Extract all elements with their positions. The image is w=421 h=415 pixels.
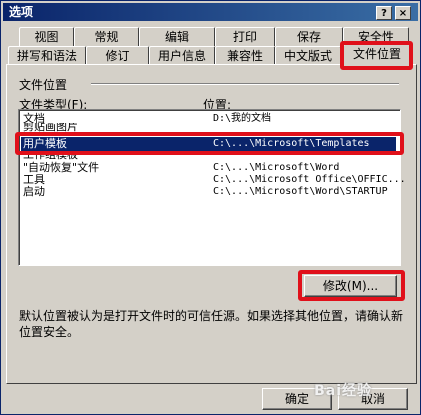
close-button[interactable]: × <box>395 6 411 20</box>
tab-edit[interactable]: 编辑 <box>139 27 215 46</box>
tab-track-changes[interactable]: 修订 <box>86 46 149 65</box>
modify-button[interactable]: 修改(M)... <box>304 275 397 297</box>
list-item[interactable]: 工作组模板 <box>21 151 396 161</box>
group-title: 文件位置 <box>19 78 68 92</box>
tab-user-info[interactable]: 用户信息 <box>149 46 215 65</box>
file-locations-list[interactable]: 文档 D:\我的文档 剪贴画图片 用户模板 C:\...\Microsoft\T… <box>18 109 406 266</box>
list-item[interactable]: 剪贴画图片 <box>21 123 396 133</box>
tab-asian-typography[interactable]: 中文版式 <box>275 46 341 65</box>
help-button[interactable]: ? <box>376 6 392 20</box>
tab-compatibility[interactable]: 兼容性 <box>215 46 275 65</box>
tab-view[interactable]: 视图 <box>19 27 74 46</box>
title-bar: 选项 ? × <box>3 3 418 21</box>
list-item-selected[interactable]: 用户模板 C:\...\Microsoft\Templates <box>21 137 396 151</box>
options-dialog: 选项 ? × 视图 常规 编辑 打印 保存 安全性 拼写和语法 修订 用户信息 … <box>0 0 421 415</box>
watermark: Bai经验 <box>314 383 372 399</box>
tab-save[interactable]: 保存 <box>275 27 343 46</box>
window-title: 选项 <box>9 5 34 19</box>
group-divider <box>91 83 399 85</box>
trust-hint-text: 默认位置被认为是打开文件时的可信任源。如果选择其他位置，请确认新位置安全。 <box>19 309 404 339</box>
tab-print[interactable]: 打印 <box>215 27 275 46</box>
tab-spelling-grammar[interactable]: 拼写和语法 <box>8 46 86 65</box>
tab-file-locations[interactable]: 文件位置 <box>343 44 411 65</box>
tab-general[interactable]: 常规 <box>74 27 139 46</box>
list-item[interactable]: 启动 C:\...\Microsoft\Word\STARTUP <box>21 185 396 199</box>
